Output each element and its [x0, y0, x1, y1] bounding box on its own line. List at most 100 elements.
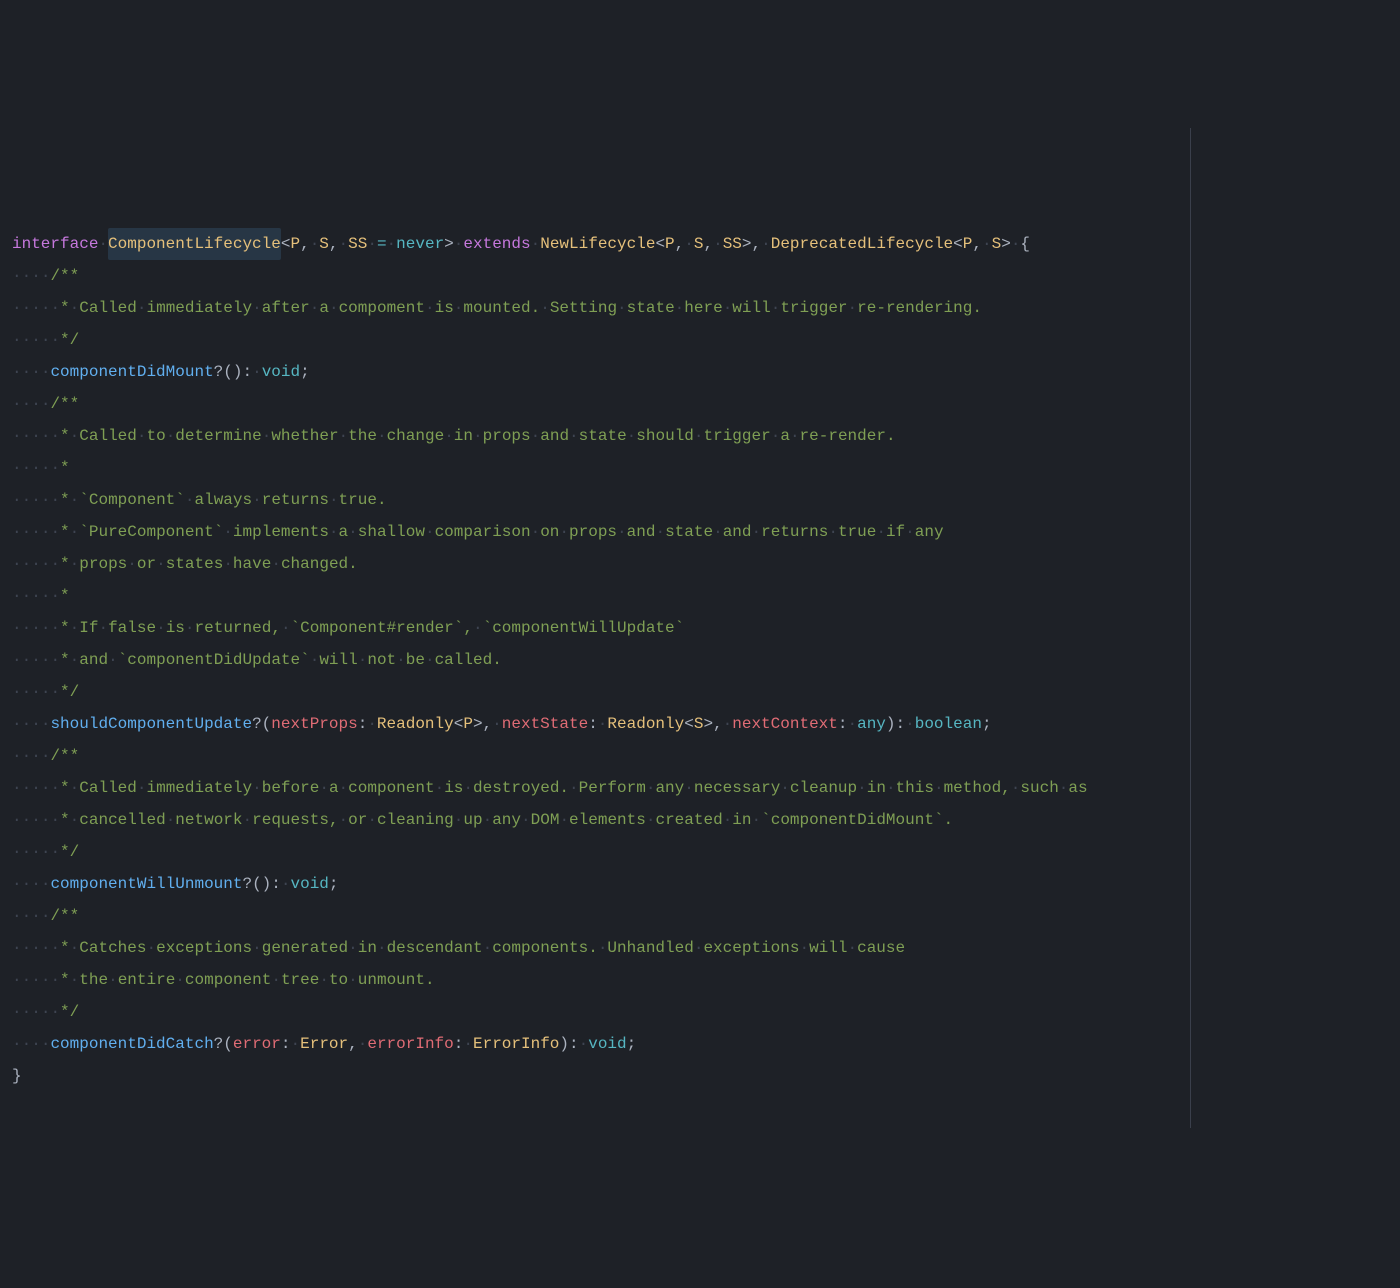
code-line[interactable]: ·····*·and·`componentDidUpdate`·will·not…: [12, 644, 1400, 676]
code-token: never: [396, 228, 444, 260]
code-token: ·: [98, 228, 108, 260]
code-token: ,·: [972, 228, 991, 260]
code-token: <: [684, 708, 694, 740]
code-token: */: [60, 324, 79, 356]
code-line[interactable]: ·····*/: [12, 996, 1400, 1028]
code-line[interactable]: ·····*·Catches·exceptions·generated·in·d…: [12, 932, 1400, 964]
code-token: nextState: [502, 708, 588, 740]
code-line[interactable]: ····/**: [12, 900, 1400, 932]
code-token: P: [665, 228, 675, 260]
code-token: *·Called·to·determine·whether·the·change…: [60, 420, 896, 452]
code-token: ·: [367, 228, 377, 260]
code-line[interactable]: ·····*·the·entire·component·tree·to·unmo…: [12, 964, 1400, 996]
code-token: void: [290, 868, 328, 900]
code-token: *·and·`componentDidUpdate`·will·not·be·c…: [60, 644, 502, 676]
code-token: S: [992, 228, 1002, 260]
code-line[interactable]: ····componentWillUnmount?():·void;: [12, 868, 1400, 900]
code-token: ?(: [252, 708, 271, 740]
code-token: *·the·entire·component·tree·to·unmount.: [60, 964, 435, 996]
code-token: ComponentLifecycle: [108, 228, 281, 260]
code-token: ;: [982, 708, 992, 740]
code-token: <: [953, 228, 963, 260]
code-line[interactable]: ·····*: [12, 452, 1400, 484]
code-token: NewLifecycle: [540, 228, 655, 260]
code-line[interactable]: ·····*/: [12, 676, 1400, 708]
code-line[interactable]: interface·ComponentLifecycle<P,·S,·SS·=·…: [12, 228, 1400, 260]
code-token: P: [290, 228, 300, 260]
code-editor[interactable]: interface·ComponentLifecycle<P,·S,·SS·=·…: [0, 128, 1400, 1128]
code-token: componentDidMount: [50, 356, 213, 388]
code-token: >,·: [473, 708, 502, 740]
code-token: /**: [50, 740, 79, 772]
code-token: nextProps: [271, 708, 357, 740]
code-token: ;: [300, 356, 310, 388]
code-token: ,·: [703, 228, 722, 260]
code-token: componentWillUnmount: [50, 868, 242, 900]
code-token: ·: [531, 228, 541, 260]
code-token: :·: [588, 708, 607, 740]
code-line[interactable]: ·····*·`Component`·always·returns·true.: [12, 484, 1400, 516]
code-token: /**: [50, 260, 79, 292]
code-token: P: [963, 228, 973, 260]
code-line[interactable]: ····/**: [12, 260, 1400, 292]
code-token: interface: [12, 228, 98, 260]
code-token: <: [655, 228, 665, 260]
code-line[interactable]: ·····*/: [12, 324, 1400, 356]
code-token: SS: [723, 228, 742, 260]
code-token: S: [319, 228, 329, 260]
code-token: void: [588, 1028, 626, 1060]
code-line[interactable]: ·····*/: [12, 836, 1400, 868]
code-token: >·: [444, 228, 463, 260]
code-token: ):·: [886, 708, 915, 740]
code-line[interactable]: ·····*·cancelled·network·requests,·or·cl…: [12, 804, 1400, 836]
code-token: S: [694, 228, 704, 260]
code-line[interactable]: ····/**: [12, 740, 1400, 772]
code-token: ErrorInfo: [473, 1028, 559, 1060]
code-token: *·`Component`·always·returns·true.: [60, 484, 387, 516]
code-line[interactable]: }: [12, 1060, 1400, 1092]
code-token: */: [60, 836, 79, 868]
code-token: Readonly: [377, 708, 454, 740]
code-line[interactable]: ·····*·Called·to·determine·whether·the·c…: [12, 420, 1400, 452]
code-token: *·Catches·exceptions·generated·in·descen…: [60, 932, 905, 964]
code-token: *·Called·immediately·after·a·compoment·i…: [60, 292, 982, 324]
code-token: ?(: [214, 1028, 233, 1060]
code-token: ,·: [348, 1028, 367, 1060]
code-token: :·: [454, 1028, 473, 1060]
code-token: <: [454, 708, 464, 740]
code-token: ):·: [559, 1028, 588, 1060]
code-token: ?():·: [214, 356, 262, 388]
code-token: extends: [463, 228, 530, 260]
code-line[interactable]: ····/**: [12, 388, 1400, 420]
code-token: shouldComponentUpdate: [50, 708, 252, 740]
code-line[interactable]: ·····*·Called·immediately·after·a·compom…: [12, 292, 1400, 324]
code-token: ,·: [675, 228, 694, 260]
code-token: <: [281, 228, 291, 260]
code-token: ;: [329, 868, 339, 900]
code-token: ;: [627, 1028, 637, 1060]
code-line[interactable]: ····shouldComponentUpdate?(nextProps:·Re…: [12, 708, 1400, 740]
code-token: ,·: [329, 228, 348, 260]
code-line[interactable]: ·····*: [12, 580, 1400, 612]
code-line[interactable]: ····componentDidCatch?(error:·Error,·err…: [12, 1028, 1400, 1060]
code-token: ,·: [300, 228, 319, 260]
code-line[interactable]: ·····*·`PureComponent`·implements·a·shal…: [12, 516, 1400, 548]
code-token: *·props·or·states·have·changed.: [60, 548, 358, 580]
code-line[interactable]: ····componentDidMount?():·void;: [12, 356, 1400, 388]
code-lines-container: interface·ComponentLifecycle<P,·S,·SS·=·…: [12, 228, 1400, 1092]
code-token: componentDidCatch: [50, 1028, 213, 1060]
code-token: >·{: [1001, 228, 1030, 260]
code-line[interactable]: ·····*·props·or·states·have·changed.: [12, 548, 1400, 580]
code-token: :·: [281, 1028, 300, 1060]
code-token: any: [857, 708, 886, 740]
code-token: S: [694, 708, 704, 740]
code-token: errorInfo: [367, 1028, 453, 1060]
code-token: =: [377, 228, 387, 260]
code-token: void: [262, 356, 300, 388]
code-token: Readonly: [607, 708, 684, 740]
code-line[interactable]: ·····*·Called·immediately·before·a·compo…: [12, 772, 1400, 804]
code-line[interactable]: ·····*·If·false·is·returned,·`Component#…: [12, 612, 1400, 644]
code-token: :·: [358, 708, 377, 740]
code-token: ·: [387, 228, 397, 260]
code-token: /**: [50, 388, 79, 420]
